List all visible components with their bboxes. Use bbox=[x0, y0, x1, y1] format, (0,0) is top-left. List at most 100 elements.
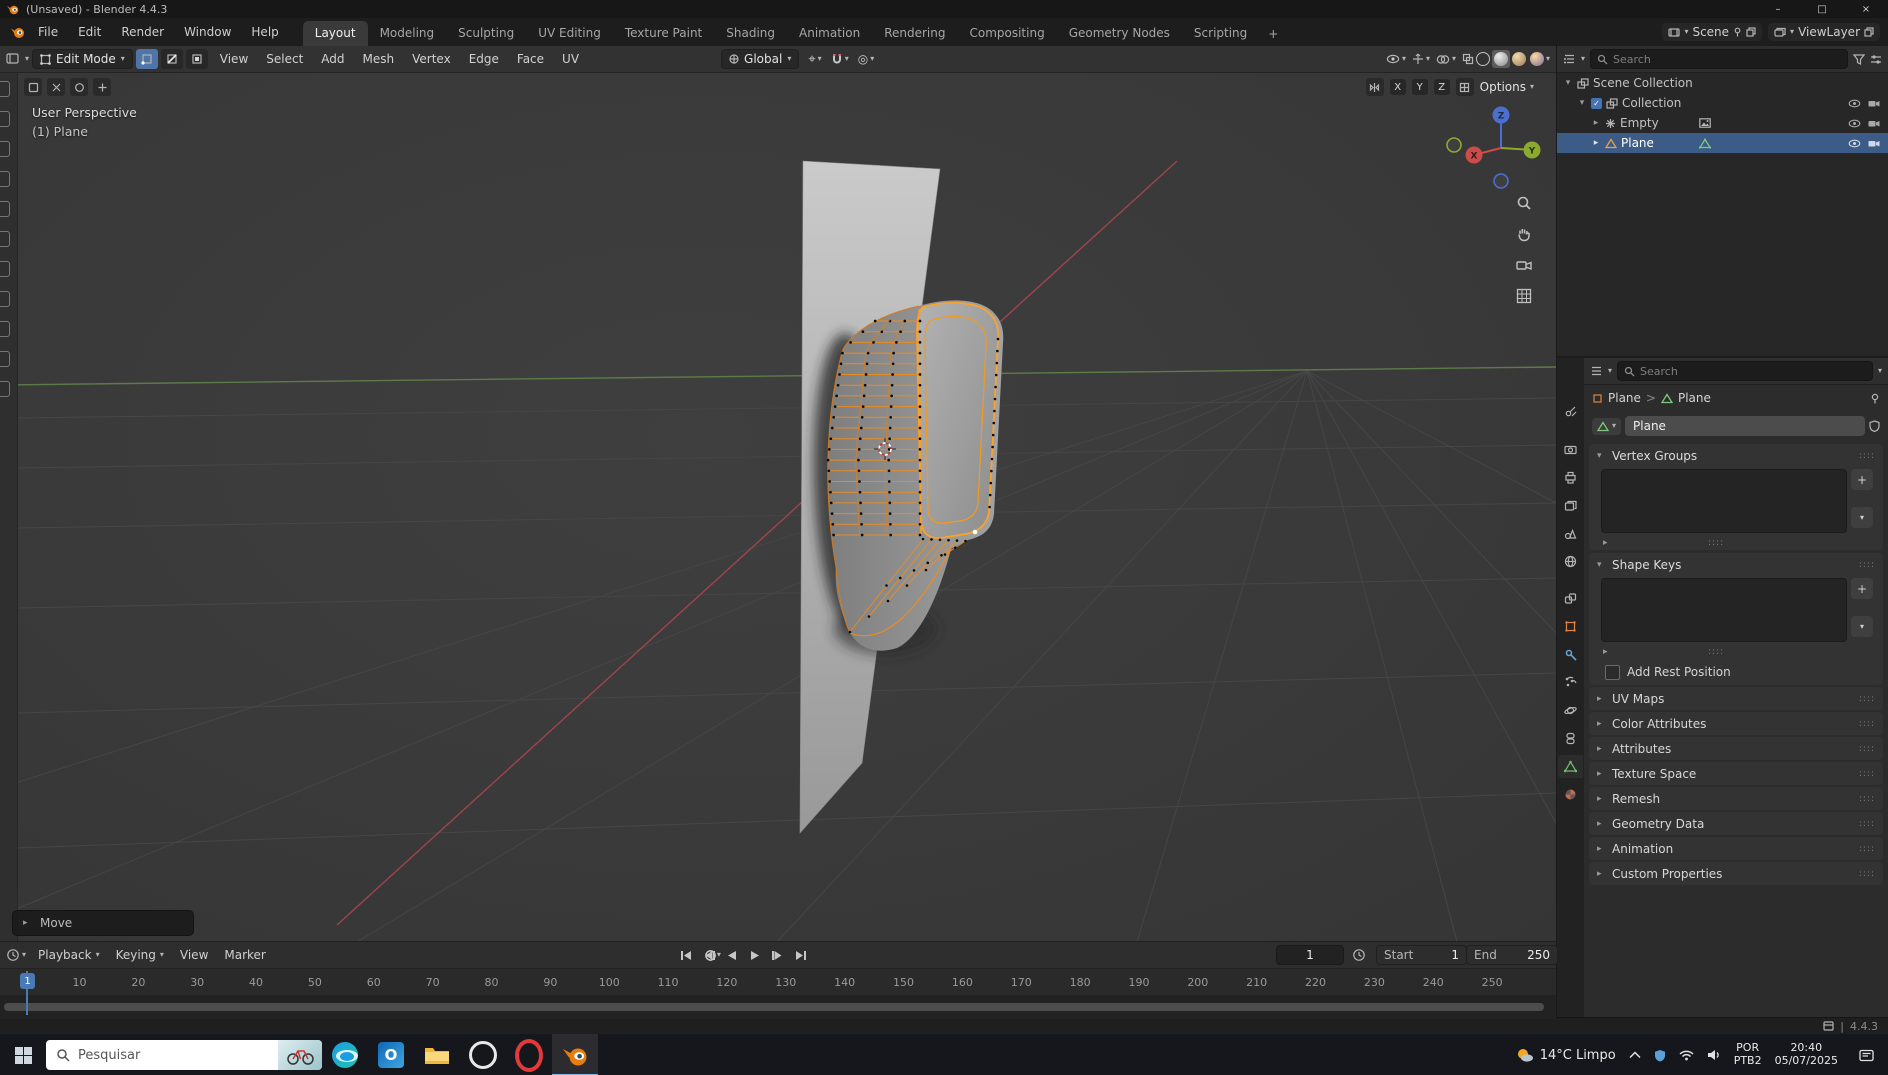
properties-tab-modifiers[interactable] bbox=[1558, 643, 1583, 666]
timeline-menu-view[interactable]: View bbox=[172, 946, 216, 964]
vertex-groups-list[interactable] bbox=[1601, 469, 1847, 533]
viewport-menu-edge[interactable]: Edge bbox=[460, 50, 508, 68]
properties-tab-world[interactable] bbox=[1558, 550, 1583, 573]
taskbar-search-input[interactable]: Pesquisar bbox=[46, 1040, 322, 1070]
maximize-button[interactable]: □ bbox=[1800, 0, 1844, 18]
proportional-edit-icon[interactable]: ◎ ▾ bbox=[858, 52, 875, 66]
pin-icon[interactable] bbox=[1733, 27, 1742, 37]
panel-grip-icon[interactable]: :::: bbox=[1859, 694, 1875, 704]
new-scene-icon[interactable] bbox=[1746, 27, 1756, 37]
toolbar-tool-icon[interactable] bbox=[0, 261, 10, 277]
breadcrumb-object[interactable]: Plane bbox=[1608, 391, 1641, 405]
shape-keys-list[interactable] bbox=[1601, 578, 1847, 642]
add-workspace-button[interactable]: + bbox=[1259, 22, 1287, 46]
start-button[interactable] bbox=[0, 1034, 46, 1075]
toggle-ortho-icon[interactable] bbox=[1512, 284, 1536, 308]
properties-search-input[interactable]: Search bbox=[1617, 361, 1873, 381]
shading-solid-icon[interactable] bbox=[1491, 50, 1510, 68]
toolbar-tool-icon[interactable] bbox=[0, 291, 10, 307]
add-shape-key-button[interactable]: + bbox=[1851, 578, 1873, 599]
mirror-y-button[interactable]: Y bbox=[1411, 79, 1428, 95]
vertex-groups-panel-header[interactable]: ▾ Vertex Groups :::: bbox=[1589, 444, 1883, 467]
toolbar-tool-icon[interactable] bbox=[0, 171, 10, 187]
outliner-row-collection[interactable]: ▾ ✓ Collection bbox=[1557, 93, 1888, 113]
panel-grip-icon[interactable]: :::: bbox=[1859, 744, 1875, 754]
properties-tab-scene[interactable] bbox=[1558, 522, 1583, 545]
shading-material-icon[interactable] bbox=[1510, 50, 1528, 68]
blender-menu-logo-icon[interactable] bbox=[10, 25, 26, 39]
timeline-menu-marker[interactable]: Marker bbox=[216, 946, 273, 964]
breadcrumb-data[interactable]: Plane bbox=[1678, 391, 1711, 405]
workspace-tab-rendering[interactable]: Rendering bbox=[872, 21, 957, 46]
filter-funnel-icon[interactable] bbox=[1853, 53, 1865, 65]
mirror-icon[interactable] bbox=[1365, 78, 1384, 96]
play-reverse-icon[interactable] bbox=[722, 947, 741, 963]
toolbar-collapsed-strip[interactable] bbox=[0, 73, 18, 941]
pan-hand-icon[interactable] bbox=[1512, 222, 1536, 246]
overlays-toggle-icon[interactable]: ▾ bbox=[1436, 54, 1456, 65]
properties-tab-constraints[interactable] bbox=[1558, 727, 1583, 750]
properties-filter-caret[interactable]: ▾ bbox=[1878, 367, 1882, 375]
panel-color-attributes[interactable]: ▸ Color Attributes:::: bbox=[1589, 712, 1883, 735]
viewport-menu-mesh[interactable]: Mesh bbox=[354, 50, 404, 68]
clock-widget[interactable]: 20:40 05/07/2025 bbox=[1775, 1042, 1838, 1067]
toolbar-tool-icon[interactable] bbox=[0, 351, 10, 367]
3d-viewport[interactable]: User Perspective (1) Plane X Y Z Options… bbox=[0, 73, 1556, 941]
panel-grip-icon[interactable]: :::: bbox=[1859, 769, 1875, 779]
tool-settings-icon[interactable] bbox=[47, 78, 65, 96]
volume-icon[interactable] bbox=[1707, 1049, 1721, 1061]
timeline-track[interactable] bbox=[0, 995, 1556, 1019]
properties-tab-material[interactable] bbox=[1558, 783, 1583, 806]
shield-icon[interactable] bbox=[1654, 1049, 1666, 1062]
expander-icon[interactable]: ▸ bbox=[1591, 138, 1601, 148]
panel-custom-properties[interactable]: ▸ Custom Properties:::: bbox=[1589, 862, 1883, 885]
timeline-scrollbar[interactable] bbox=[4, 1003, 1544, 1011]
workspace-tab-texture-paint[interactable]: Texture Paint bbox=[613, 21, 714, 46]
outliner-display-mode-icon[interactable] bbox=[1563, 53, 1576, 65]
viewport-menu-add[interactable]: Add bbox=[312, 50, 353, 68]
toolbar-tool-icon[interactable] bbox=[0, 111, 10, 127]
workspace-tab-geometry-nodes[interactable]: Geometry Nodes bbox=[1057, 21, 1182, 46]
panel-grip-icon[interactable]: :::: bbox=[1859, 560, 1875, 570]
toolbar-tool-icon[interactable] bbox=[0, 231, 10, 247]
jump-to-start-icon[interactable] bbox=[676, 947, 695, 963]
shading-rendered-icon[interactable] bbox=[1528, 50, 1546, 68]
add-rest-position-checkbox[interactable] bbox=[1605, 664, 1620, 680]
weather-widget[interactable]: 14°C Limpo bbox=[1514, 1046, 1616, 1064]
mesh-data-selector[interactable]: ▾ bbox=[1592, 417, 1622, 435]
shape-key-specials-icon[interactable]: ▾ bbox=[1851, 616, 1873, 637]
current-frame-field[interactable]: 1 bbox=[1276, 945, 1344, 965]
outliner-display-mode-caret[interactable]: ▾ bbox=[1581, 55, 1585, 63]
timeline-menu-playback[interactable]: Playback ▾ bbox=[30, 946, 108, 964]
mirror-x-button[interactable]: X bbox=[1389, 79, 1406, 95]
menu-render[interactable]: Render bbox=[111, 22, 174, 42]
panel-grip-icon[interactable]: :::: bbox=[1859, 451, 1875, 461]
properties-tab-render[interactable] bbox=[1558, 438, 1583, 461]
panel-grip-icon[interactable]: :::: bbox=[1859, 844, 1875, 854]
prev-keyframe-icon[interactable] bbox=[699, 947, 718, 963]
workspace-tab-scripting[interactable]: Scripting bbox=[1182, 21, 1259, 46]
panel-attributes[interactable]: ▸ Attributes:::: bbox=[1589, 737, 1883, 760]
viewport-menu-uv[interactable]: UV bbox=[553, 50, 588, 68]
viewport-menu-vertex[interactable]: Vertex bbox=[403, 50, 460, 68]
language-indicator[interactable]: POR PTB2 bbox=[1734, 1042, 1762, 1067]
properties-tab-collection[interactable] bbox=[1558, 587, 1583, 610]
toolbar-tool-icon[interactable] bbox=[0, 81, 10, 97]
taskbar-app-outlook-icon[interactable]: O bbox=[368, 1034, 414, 1075]
expand-icon[interactable]: ▸ bbox=[1603, 647, 1612, 657]
toolbar-tool-icon[interactable] bbox=[0, 381, 10, 397]
snap-settings-icon[interactable] bbox=[1455, 78, 1474, 96]
panel-texture-space[interactable]: ▸ Texture Space:::: bbox=[1589, 762, 1883, 785]
play-icon[interactable] bbox=[745, 947, 764, 963]
fake-user-shield-icon[interactable] bbox=[1869, 420, 1880, 432]
eye-icon[interactable] bbox=[1848, 139, 1861, 148]
operator-panel-move[interactable]: ▸ Move bbox=[12, 910, 194, 936]
editor-type-icon[interactable] bbox=[6, 52, 22, 66]
expander-icon[interactable]: ▸ bbox=[1591, 118, 1601, 128]
taskbar-app-edge-icon[interactable] bbox=[322, 1034, 368, 1075]
panel-grip-icon[interactable]: :::: bbox=[1859, 869, 1875, 879]
timeline-menu-keying[interactable]: Keying ▾ bbox=[108, 946, 172, 964]
notification-center-icon[interactable] bbox=[1851, 1049, 1882, 1062]
workspace-tab-animation[interactable]: Animation bbox=[787, 21, 872, 46]
toolbar-tool-icon[interactable] bbox=[0, 141, 10, 157]
